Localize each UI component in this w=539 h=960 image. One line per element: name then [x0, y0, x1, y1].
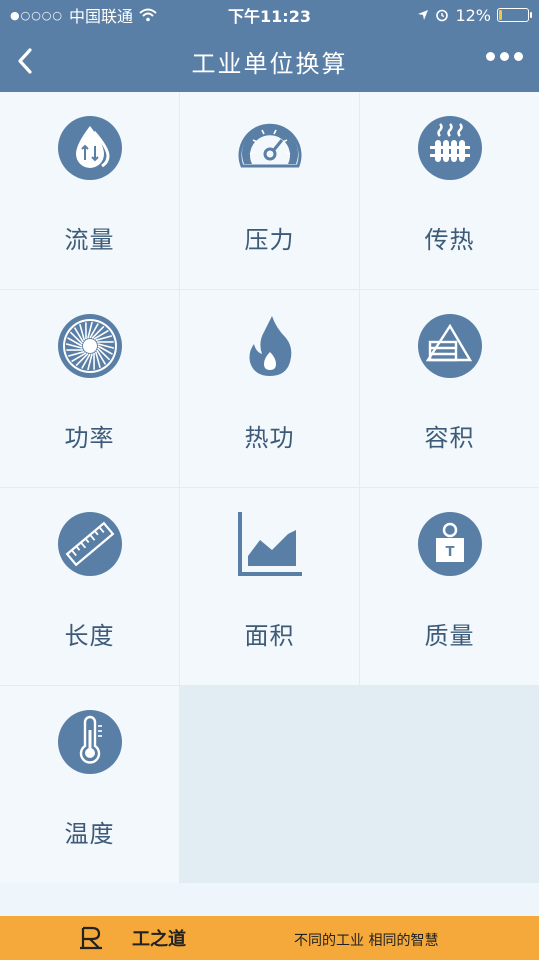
power-fan-icon [56, 312, 124, 380]
category-thermometer[interactable]: 温度 [0, 686, 179, 883]
page-title: 工业单位换算 [191, 49, 348, 78]
category-label: 热功 [244, 424, 295, 452]
category-power-fan[interactable]: 功率 [0, 290, 179, 487]
heat-transfer-icon [416, 114, 484, 182]
category-flame[interactable]: 热功 [180, 290, 359, 487]
alarm-clock-icon [436, 9, 449, 22]
battery-percent: 12% [455, 5, 491, 25]
status-bar: ●○○○○ 中国联通 下午11:23 12% [0, 0, 539, 30]
svg-text:T: T [445, 545, 454, 560]
ruler-icon [56, 510, 124, 578]
category-weight[interactable]: T 质量 [360, 488, 539, 685]
category-flow-drop[interactable]: 流量 [0, 92, 179, 289]
category-grid: 流量 压力 传热功率 热功 容积长度 面积 T 质量温度 [0, 92, 539, 883]
back-chevron-icon[interactable] [12, 44, 40, 78]
brand-logo-icon [80, 926, 102, 950]
category-label: 功率 [64, 424, 115, 452]
category-label: 温度 [64, 820, 115, 848]
category-ruler[interactable]: 长度 [0, 488, 179, 685]
category-label: 压力 [244, 226, 295, 254]
category-label: 长度 [64, 622, 115, 650]
more-options-icon[interactable] [486, 52, 523, 61]
wifi-icon [139, 8, 157, 22]
location-arrow-icon [418, 10, 429, 20]
category-heat-transfer[interactable]: 传热 [360, 92, 539, 289]
thermometer-icon [56, 708, 124, 776]
brand-slogan: 不同的工业 相同的智慧 [294, 933, 439, 949]
weight-icon: T [416, 510, 484, 578]
category-label: 流量 [64, 226, 115, 254]
category-label: 容积 [424, 424, 475, 452]
category-area-chart[interactable]: 面积 [180, 488, 359, 685]
footer-banner: 工之道 不同的工业 相同的智慧 [0, 916, 539, 960]
carrier-name: 中国联通 [69, 7, 134, 26]
category-pressure-gauge[interactable]: 压力 [180, 92, 359, 289]
volume-icon [416, 312, 484, 380]
signal-strength-icon: ●○○○○ [10, 8, 63, 22]
category-label: 传热 [424, 226, 475, 254]
status-time: 下午11:23 [228, 7, 311, 26]
category-volume[interactable]: 容积 [360, 290, 539, 487]
brand-name: 工之道 [132, 929, 186, 950]
pressure-gauge-icon [236, 114, 304, 182]
battery-icon [497, 8, 532, 22]
flame-icon [236, 312, 304, 380]
category-label: 面积 [244, 622, 295, 650]
flow-drop-icon [56, 114, 124, 182]
area-chart-icon [236, 510, 304, 578]
navigation-bar: 工业单位换算 [0, 30, 539, 92]
category-label: 质量 [424, 622, 475, 650]
